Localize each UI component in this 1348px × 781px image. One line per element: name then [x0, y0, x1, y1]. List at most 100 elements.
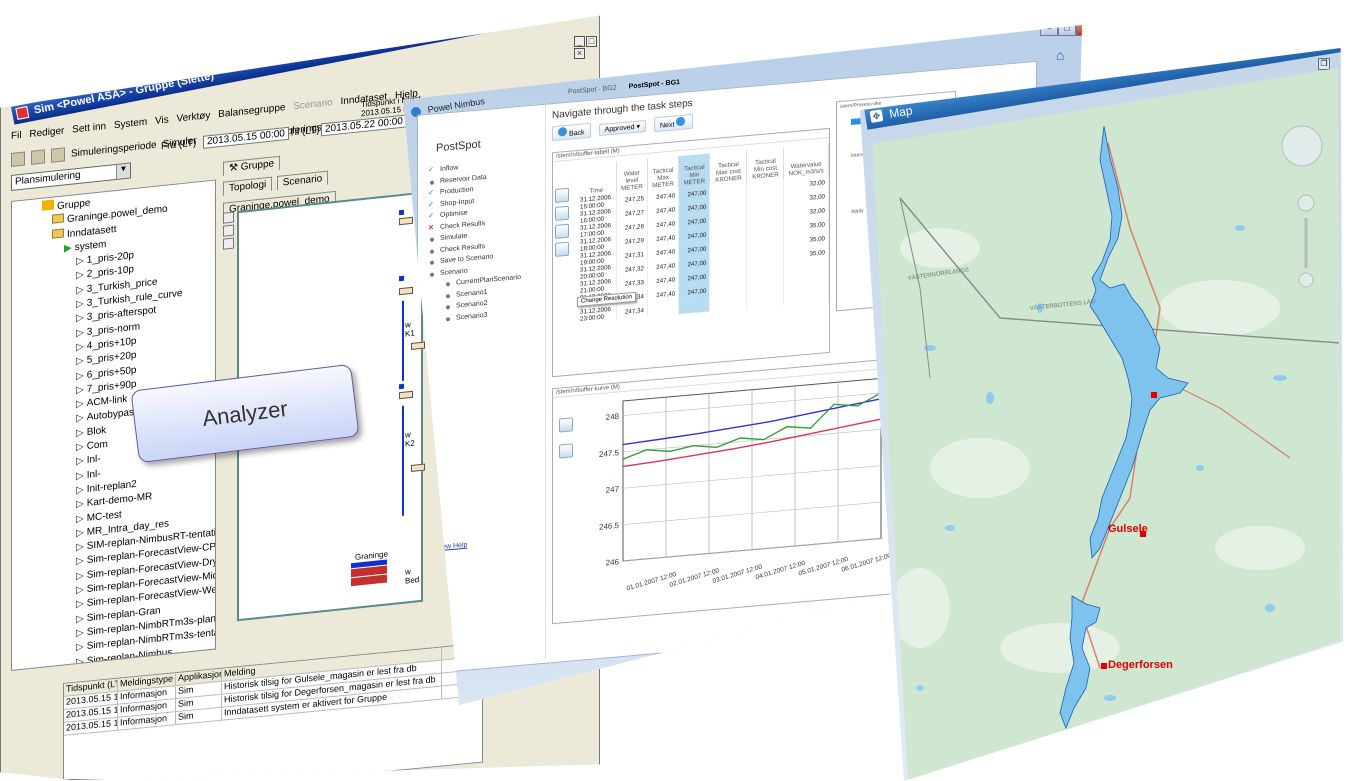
triangle-icon: ▷ [76, 327, 84, 339]
pointer-tool-icon[interactable] [223, 211, 234, 224]
column-header[interactable]: Time [577, 161, 617, 198]
back-label: Back [569, 129, 585, 138]
diagram-node[interactable] [399, 216, 413, 226]
diagram-node[interactable] [411, 341, 425, 350]
minimize-button[interactable]: – [1040, 25, 1058, 36]
triangle-icon: ▷ [76, 612, 84, 625]
diagram-node[interactable] [399, 275, 404, 282]
y-tick-label: 246 [606, 557, 620, 567]
next-button[interactable]: Next [654, 113, 694, 133]
triangle-icon: ▷ [76, 341, 84, 354]
close-button[interactable]: × [574, 48, 585, 59]
node-tool-icon[interactable] [223, 237, 234, 250]
tab-label: Gruppe [240, 158, 275, 173]
plant-marker[interactable] [1151, 392, 1157, 398]
folder-icon [52, 228, 64, 239]
home-icon[interactable]: ⌂ [1056, 47, 1064, 63]
table-cell [746, 290, 784, 309]
chart-panel: /stem/n/buffer-kurve (M) 246 246.5 247 247.… [552, 357, 898, 625]
error-icon: ✕ [428, 224, 434, 232]
diagram-node[interactable] [399, 383, 404, 390]
menu-scenario[interactable]: Scenario [293, 97, 332, 112]
maximize-button[interactable]: □ [586, 36, 597, 47]
line-chart[interactable]: 246246.5247247.524801.01.2007 12:0002.01… [593, 367, 893, 613]
column-header[interactable]: Tactical Min METER [678, 153, 710, 189]
close-button[interactable]: ✕ [1076, 25, 1082, 36]
column-header[interactable]: Watervalue NOK_m3/s/s [783, 142, 829, 179]
y-tick-label: 247.5 [599, 448, 620, 459]
sidebar-title: PostSpot [436, 138, 481, 155]
menu-rediger[interactable]: Rediger [29, 125, 64, 140]
triangle-icon: ▷ [76, 255, 84, 268]
menu-fil[interactable]: Fil [11, 130, 22, 142]
triangle-icon: ▷ [76, 541, 84, 554]
open-icon[interactable] [31, 149, 45, 165]
column-header[interactable]: Tactical Max cost KRONER [709, 150, 747, 186]
menu-vis[interactable]: Vis [155, 114, 169, 126]
side-panel-option[interactable]: Intens [851, 152, 865, 159]
diagram-node[interactable] [399, 390, 413, 400]
diagram-node[interactable] [399, 209, 404, 216]
step-label: Inflow [440, 164, 459, 173]
tree-label: Inl- [86, 453, 101, 467]
menu-sett-inn[interactable]: Sett inn [72, 121, 106, 136]
bullet-icon [430, 180, 434, 185]
maximize-button[interactable]: □ [1058, 25, 1076, 36]
step-label: Scenario2 [456, 299, 488, 310]
table-cell [678, 297, 710, 315]
chart-play-icon[interactable] [559, 417, 573, 433]
map-canvas[interactable]: Gulsele Degerforsen VÄSTERNORRLANDS VÄST… [860, 48, 1348, 781]
triangle-icon: ▷ [76, 627, 84, 640]
bullet-icon [430, 249, 434, 254]
y-tick-label: 246.5 [599, 521, 620, 532]
triangle-icon: ▷ [76, 312, 84, 325]
menu-system[interactable]: System [114, 117, 147, 132]
chart-legend-icon[interactable] [559, 443, 573, 459]
step-label: Shop-Input [440, 197, 475, 208]
chart-tool-strip [559, 417, 573, 470]
column-header[interactable]: Water level METER [616, 158, 648, 194]
column-header[interactable]: Tactical Min cost KRONER [746, 146, 784, 183]
clock-icon[interactable] [555, 223, 569, 239]
side-panel-option[interactable]: Apply [851, 208, 864, 215]
menu-verktoy[interactable]: Verktøy [176, 110, 210, 125]
gulsele-label: Gulsele [1108, 523, 1148, 535]
diagram-node[interactable] [399, 286, 413, 296]
column-header[interactable]: Tactical Max METER [647, 156, 679, 191]
menu-balansegruppe[interactable]: Balansegruppe [218, 102, 285, 120]
diagram-node[interactable] [411, 463, 425, 472]
triangle-icon: ▷ [76, 427, 84, 439]
resolution-icon[interactable] [555, 241, 569, 257]
status-dropdown[interactable]: Approved ▾ [598, 119, 646, 136]
zoom-out-icon[interactable] [1298, 272, 1314, 288]
status-value: Approved [604, 123, 635, 134]
chart-icon[interactable] [11, 151, 25, 167]
tab-topologi[interactable]: Topologi [223, 176, 273, 196]
pen-tool-icon[interactable] [223, 224, 234, 237]
degerforsen-marker[interactable] [1101, 663, 1107, 669]
triangle-icon: ▷ [76, 570, 84, 582]
table-panel: /stem/n/buffer-tabell (M) Time Water leve… [552, 127, 830, 378]
triangle-icon: ▷ [76, 269, 84, 282]
waterway-line [402, 405, 404, 516]
pan-control-icon[interactable] [1281, 125, 1323, 167]
save-icon[interactable] [51, 147, 65, 163]
step-label: Scenario [440, 267, 468, 277]
play-icon[interactable] [555, 187, 569, 203]
minimize-button[interactable]: _ [574, 36, 585, 47]
group-icon [42, 199, 54, 211]
triangle-icon: ▷ [76, 412, 84, 425]
folder-icon [52, 213, 64, 224]
info-icon[interactable] [555, 205, 569, 221]
step-label: Optimise [440, 209, 468, 219]
map-window: ❐ Gulsele Degerforsen VÄSTERNORRLANDS VÄ… [860, 48, 1348, 781]
bullet-icon [446, 282, 450, 287]
table-cell [783, 286, 829, 305]
tab-scenario[interactable]: Scenario [276, 170, 329, 191]
analyzer-label: Analyzer [200, 395, 289, 431]
triangle-icon: ▷ [76, 498, 84, 511]
zoom-in-icon[interactable] [1297, 194, 1315, 212]
map-app-icon: ✥ [869, 109, 884, 123]
back-button[interactable]: Back [552, 122, 591, 142]
bullet-icon [430, 272, 434, 277]
